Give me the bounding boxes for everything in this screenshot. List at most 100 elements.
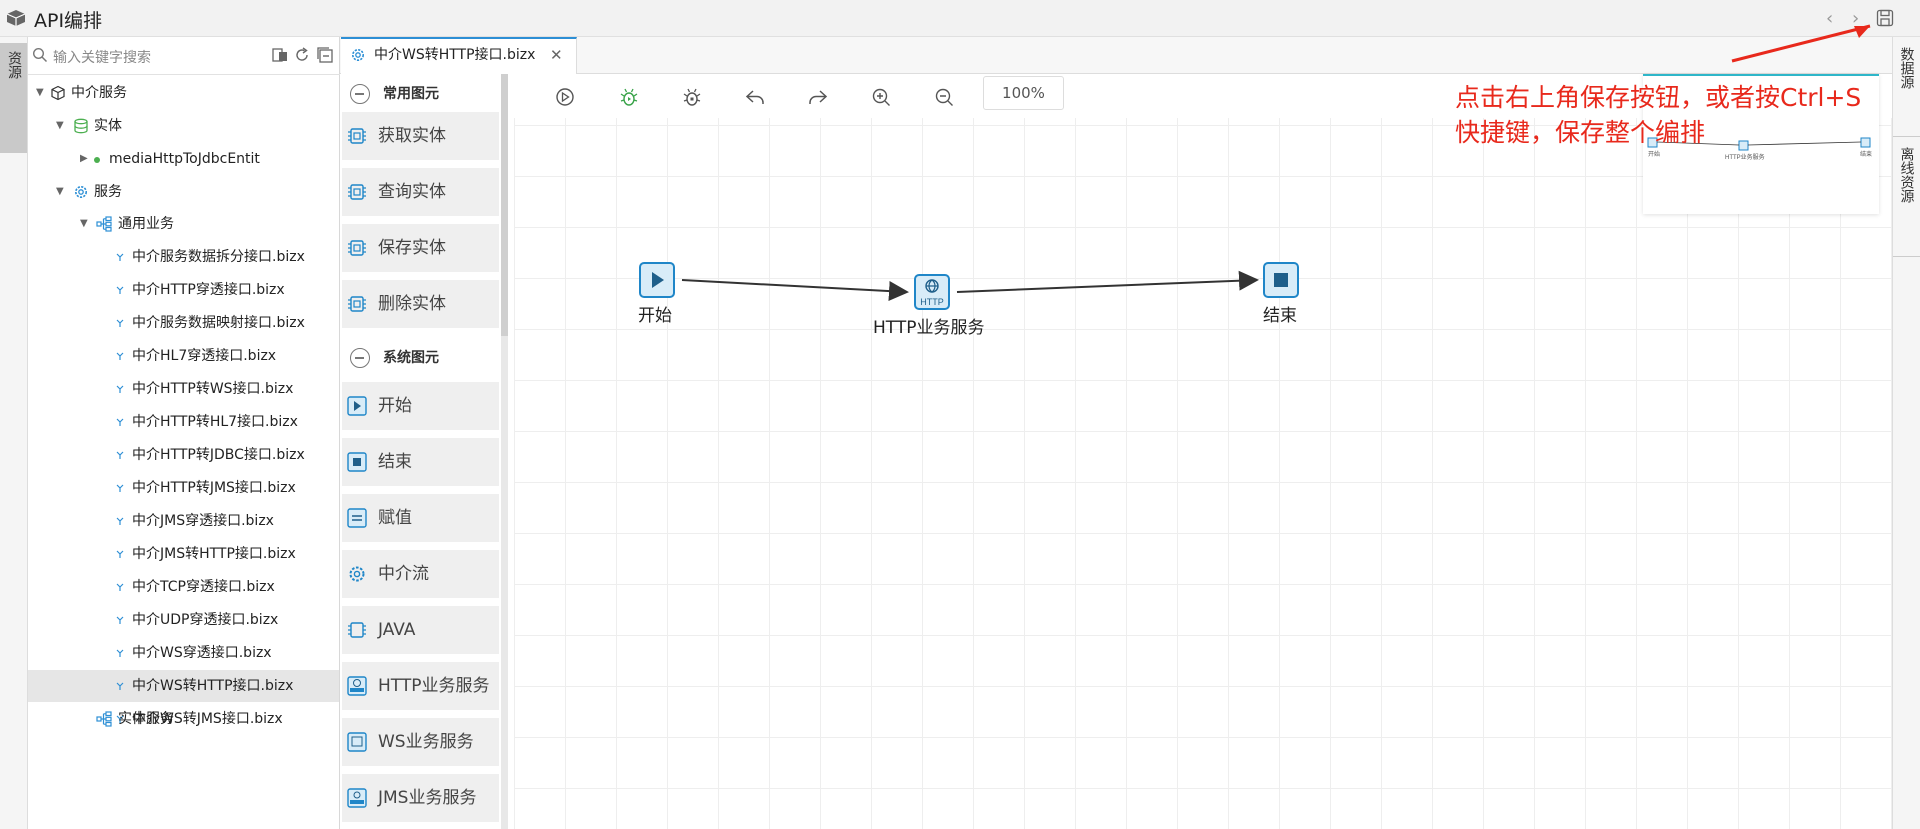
tree-file-item[interactable]: 中介HTTP穿透接口.bizx bbox=[28, 274, 339, 306]
tree-node-service-group[interactable]: ▼ 服务 bbox=[28, 176, 339, 208]
minimap-end-label: 结束 bbox=[1860, 150, 1872, 158]
tree-node-entity-item[interactable]: ▶ mediaHttpToJdbcEntit bbox=[28, 143, 339, 175]
palette-item[interactable]: 保存实体 bbox=[342, 224, 499, 272]
flow-file-icon bbox=[116, 385, 124, 393]
status-dot-icon bbox=[94, 157, 100, 163]
palette-item[interactable]: WS业务服务 bbox=[342, 718, 499, 766]
expand-arrow-icon[interactable]: ▼ bbox=[56, 176, 64, 208]
tree-node-entity-service[interactable]: 实体服务 bbox=[28, 703, 339, 735]
cube-logo-icon bbox=[6, 10, 26, 26]
edge-start-to-http[interactable] bbox=[681, 279, 909, 302]
tree-file-item[interactable]: 中介TCP穿透接口.bizx bbox=[28, 571, 339, 603]
flow-node-start[interactable] bbox=[639, 262, 675, 298]
palette-item-label: 中介流 bbox=[378, 564, 429, 584]
tree-file-item[interactable]: 中介HTTP转JMS接口.bizx bbox=[28, 472, 339, 504]
palette-item[interactable]: JAVA bbox=[342, 606, 499, 654]
tree-node-label: 中介服务 bbox=[71, 85, 127, 101]
tree-file-item[interactable]: 中介WS转HTTP接口.bizx bbox=[28, 670, 339, 702]
palette-item[interactable]: 查询实体 bbox=[342, 168, 499, 216]
flow-file-icon bbox=[116, 517, 124, 525]
palette-section-label: 常用图元 bbox=[383, 86, 439, 102]
palette-section-label: 系统图元 bbox=[383, 350, 439, 366]
palette-item[interactable]: 获取实体 bbox=[342, 112, 499, 160]
tree-file-item[interactable]: 中介JMS穿透接口.bizx bbox=[28, 505, 339, 537]
tree-file-item[interactable]: 中介WS穿透接口.bizx bbox=[28, 637, 339, 669]
resource-tree-panel: 输入关键字搜索 ▼ 中介服务 ▼ 实体 ▶ mediaHttpToJdbcEnt… bbox=[28, 37, 340, 829]
close-icon[interactable]: ✕ bbox=[550, 39, 563, 72]
tab-offline-resources[interactable]: 离线资源 bbox=[1893, 137, 1920, 257]
tree-file-label: 中介HL7穿透接口.bizx bbox=[132, 348, 277, 364]
expand-arrow-icon[interactable]: ▼ bbox=[36, 77, 44, 109]
mediation-flow-icon bbox=[349, 566, 365, 582]
left-rail: 资源 bbox=[0, 37, 28, 829]
palette-item-label: 赋值 bbox=[378, 508, 412, 528]
palette-item[interactable]: 删除实体 bbox=[342, 280, 499, 328]
palette-item-label: 获取实体 bbox=[378, 126, 446, 146]
collapse-icon[interactable] bbox=[350, 348, 370, 368]
edge-http-to-end[interactable] bbox=[956, 270, 1259, 293]
tab-data-source[interactable]: 数据源 bbox=[1893, 37, 1920, 137]
tree-node-business-group[interactable]: ▼ 通用业务 bbox=[28, 208, 339, 240]
flow-file-icon bbox=[116, 352, 124, 360]
palette-section-common[interactable]: 常用图元 bbox=[340, 76, 500, 112]
tree-file-item[interactable]: 中介HTTP转JDBC接口.bizx bbox=[28, 439, 339, 471]
tree-file-label: 中介HTTP转WS接口.bizx bbox=[132, 381, 294, 397]
tree-file-item[interactable]: 中介HTTP转WS接口.bizx bbox=[28, 373, 339, 405]
expand-arrow-icon[interactable]: ▶ bbox=[80, 143, 88, 175]
get-entity-icon bbox=[348, 128, 366, 144]
title-bar: API编排 ‹ › bbox=[0, 0, 1920, 37]
palette-item[interactable]: HTTP业务服务 bbox=[342, 662, 499, 710]
expand-arrow-icon[interactable]: ▼ bbox=[80, 208, 88, 240]
palette-item-label: 保存实体 bbox=[378, 238, 446, 258]
palette-item[interactable]: 赋值 bbox=[342, 494, 499, 542]
tree-file-item[interactable]: 中介HTTP转HL7接口.bizx bbox=[28, 406, 339, 438]
flow-node-end[interactable] bbox=[1263, 262, 1299, 298]
gear-icon bbox=[352, 49, 364, 61]
collapse-all-icon[interactable] bbox=[316, 46, 334, 64]
annotation-line-1: 点击右上角保存按钮，或者按Ctrl+S bbox=[1455, 83, 1862, 112]
palette-scrollbar[interactable] bbox=[501, 74, 508, 829]
jms-service-icon bbox=[347, 788, 367, 808]
expand-arrow-icon[interactable]: ▼ bbox=[56, 110, 64, 142]
search-input[interactable]: 输入关键字搜索 bbox=[53, 47, 151, 67]
editor-tab-label: 中介WS转HTTP接口.bizx bbox=[374, 47, 536, 63]
tree-file-item[interactable]: 中介服务数据拆分接口.bizx bbox=[28, 241, 339, 273]
tree-file-label: 中介TCP穿透接口.bizx bbox=[132, 579, 275, 595]
tree-file-label: 中介JMS穿透接口.bizx bbox=[132, 513, 274, 529]
java-icon bbox=[348, 622, 366, 638]
tree-file-item[interactable]: 中介UDP穿透接口.bizx bbox=[28, 604, 339, 636]
palette-item[interactable]: 结束 bbox=[342, 438, 499, 486]
minimap-start-label: 开始 bbox=[1648, 150, 1660, 158]
tree-node-entity-group[interactable]: ▼ 实体 bbox=[28, 110, 339, 142]
flow-node-http-service[interactable]: HTTP bbox=[914, 274, 950, 310]
tree-file-item[interactable]: 中介服务数据映射接口.bizx bbox=[28, 307, 339, 339]
start-icon bbox=[347, 396, 367, 416]
flow-tree-icon bbox=[96, 711, 112, 727]
scrollbar-thumb[interactable] bbox=[501, 74, 508, 336]
locate-file-icon[interactable] bbox=[271, 46, 289, 64]
refresh-icon[interactable] bbox=[293, 46, 311, 64]
palette-item-label: HTTP业务服务 bbox=[378, 676, 490, 696]
tree-file-item[interactable]: 中介JMS转HTTP接口.bizx bbox=[28, 538, 339, 570]
app-window: API编排 ‹ › 资源 输入关键字搜索 ▼ 中介服务 ▼ 实体 ▶ media… bbox=[0, 0, 1920, 829]
tree-file-item[interactable]: 中介HL7穿透接口.bizx bbox=[28, 340, 339, 372]
collapse-icon[interactable] bbox=[350, 84, 370, 104]
annotation-text: 点击右上角保存按钮，或者按Ctrl+S 快捷键，保存整个编排 bbox=[1455, 80, 1861, 150]
tree-file-label: 中介UDP穿透接口.bizx bbox=[132, 612, 279, 628]
tab-resources[interactable]: 资源 bbox=[0, 43, 27, 153]
palette-item[interactable]: 开始 bbox=[342, 382, 499, 430]
element-palette: 常用图元 获取实体查询实体保存实体删除实体 系统图元 开始结束赋值中介流 JAVA… bbox=[340, 74, 508, 829]
tree-file-label: 中介HTTP转HL7接口.bizx bbox=[132, 414, 298, 430]
http-service-icon bbox=[347, 676, 367, 696]
palette-item[interactable]: 中介流 bbox=[342, 550, 499, 598]
editor-tab-active[interactable]: 中介WS转HTTP接口.bizx ✕ bbox=[341, 37, 577, 74]
save-entity-icon bbox=[348, 240, 366, 256]
palette-item[interactable]: JMS业务服务 bbox=[342, 774, 499, 822]
flow-file-icon bbox=[116, 682, 124, 690]
annotation-line-2: 快捷键，保存整个编排 bbox=[1455, 118, 1706, 147]
flow-node-end-label: 结束 bbox=[1263, 306, 1297, 326]
palette-section-system[interactable]: 系统图元 bbox=[340, 340, 500, 376]
palette-item-label: WS业务服务 bbox=[378, 732, 474, 752]
right-rail: 数据源 离线资源 bbox=[1892, 37, 1920, 829]
tree-node-root[interactable]: ▼ 中介服务 bbox=[28, 77, 339, 109]
